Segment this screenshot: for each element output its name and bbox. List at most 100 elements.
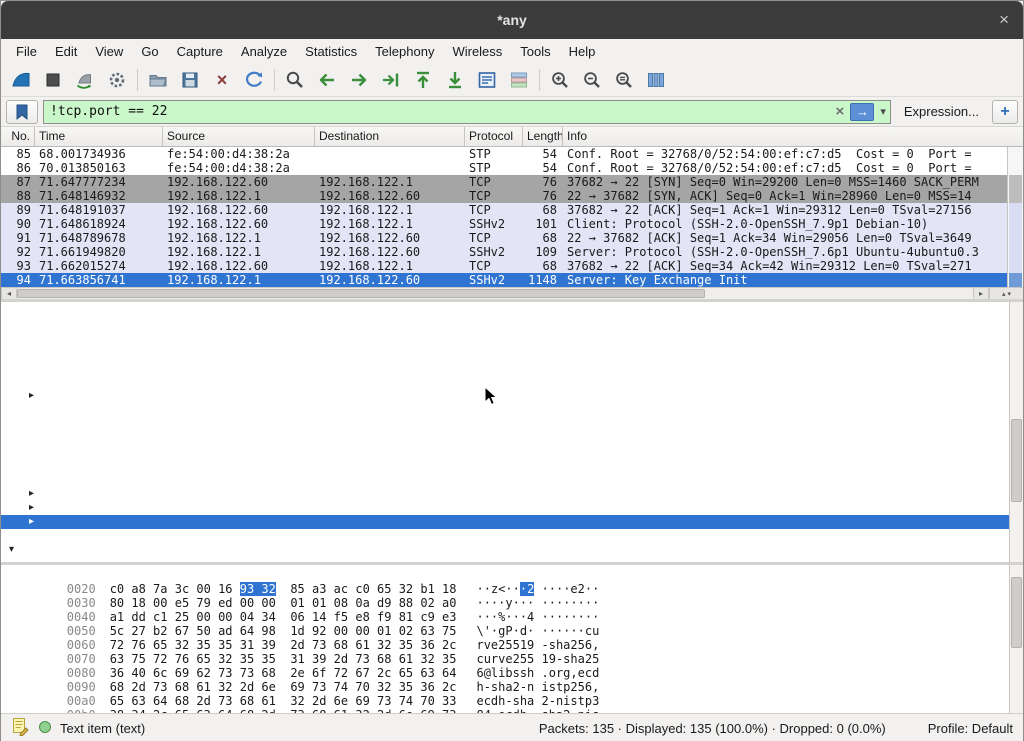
titlebar[interactable]: *any × (1, 1, 1023, 39)
menu-item[interactable]: Statistics (296, 41, 366, 62)
column-header-destination[interactable]: Destination (315, 127, 465, 146)
restart-capture-icon[interactable] (69, 65, 101, 95)
column-header-time[interactable]: Time (35, 127, 163, 146)
resize-columns-icon[interactable] (640, 65, 672, 95)
filter-clear-icon[interactable]: × (836, 103, 845, 120)
packet-row[interactable]: 93 71.662015274 192.168.122.60 192.168.1… (1, 259, 1007, 273)
scroll-corner[interactable]: ▴▾ (989, 288, 1023, 299)
column-header-length[interactable]: Length (523, 127, 563, 146)
expander-icon[interactable] (29, 487, 41, 501)
packet-row[interactable]: 86 70.013850163 fe:54:00:d4:38:2a STP 54… (1, 161, 1007, 175)
detail-line[interactable]: Options: (12 bytes), No-Operation (NOP),… (1, 487, 1023, 501)
detail-line[interactable]: SSH Version 2 (encryption:chacha20-poly1… (1, 557, 1023, 562)
go-back-icon[interactable] (311, 65, 343, 95)
hscroll-thumb[interactable] (17, 289, 705, 298)
menu-item[interactable]: Analyze (232, 41, 296, 62)
detail-line[interactable]: Sequence number: 42 (relative sequence n… (1, 333, 1023, 347)
go-forward-icon[interactable] (343, 65, 375, 95)
column-header-protocol[interactable]: Protocol (465, 127, 523, 146)
reload-icon[interactable] (238, 65, 270, 95)
detail-line[interactable]: Acknowledgment number: 34 (relative ack … (1, 361, 1023, 375)
packet-row[interactable]: 90 71.648618924 192.168.122.60 192.168.1… (1, 217, 1007, 231)
detail-line[interactable]: Urgent pointer: 0 (1, 473, 1023, 487)
packet-row[interactable]: 94 71.663856741 192.168.122.1 192.168.12… (1, 273, 1007, 287)
hex-offset: 0020 (67, 582, 96, 596)
expander-icon[interactable] (29, 515, 41, 529)
menu-item[interactable]: View (86, 41, 132, 62)
column-header-source[interactable]: Source (163, 127, 315, 146)
scroll-right-icon[interactable]: ▸ (973, 288, 989, 299)
expander-icon[interactable] (9, 543, 21, 557)
detail-line[interactable]: [Checksum Status: Unverified] (1, 459, 1023, 473)
auto-scroll-icon[interactable] (471, 65, 503, 95)
go-last-icon[interactable] (439, 65, 471, 95)
detail-line[interactable]: SSH Protocol (1, 543, 1023, 557)
menu-item[interactable]: Go (132, 41, 167, 62)
packet-row[interactable]: 89 71.648191037 192.168.122.60 192.168.1… (1, 203, 1007, 217)
display-filter-box[interactable]: × → ▾ (43, 100, 891, 124)
detail-line[interactable]: [SEQ/ACK analysis] (1, 501, 1023, 515)
detail-line[interactable]: Flags: 0x018 (PSH, ACK) (1, 389, 1023, 403)
details-scrollbar[interactable] (1009, 302, 1023, 562)
detail-line[interactable]: Window size value: 227 (1, 403, 1023, 417)
packet-row[interactable]: 87 71.647777234 192.168.122.60 192.168.1… (1, 175, 1007, 189)
hscroll-track[interactable] (17, 288, 973, 299)
detail-line[interactable]: [Window size scaling factor: 128] (1, 431, 1023, 445)
filter-bookmark-button[interactable] (6, 100, 38, 124)
zoom-out-icon[interactable] (576, 65, 608, 95)
menu-item[interactable]: Telephony (366, 41, 443, 62)
packet-list-hscrollbar[interactable]: ◂ ▸ ▴▾ (1, 287, 1023, 299)
menu-item[interactable]: Capture (168, 41, 232, 62)
expert-info-icon[interactable] (38, 720, 52, 737)
menu-item[interactable]: Edit (46, 41, 86, 62)
detail-line[interactable]: TCP payload (1080 bytes) (1, 529, 1023, 543)
scroll-down-icon[interactable]: ▾ (1008, 290, 1012, 298)
zoom-in-icon[interactable] (544, 65, 576, 95)
detail-line[interactable]: [Calculated window size: 29056] (1, 417, 1023, 431)
stop-capture-icon[interactable] (37, 65, 69, 95)
close-window-icon[interactable]: × (999, 10, 1009, 30)
menu-item[interactable]: Tools (511, 41, 559, 62)
expander-icon[interactable] (29, 389, 41, 403)
go-to-packet-icon[interactable] (375, 65, 407, 95)
filter-apply-icon[interactable]: → (850, 103, 874, 121)
bytes-scroll-thumb[interactable] (1011, 577, 1022, 648)
column-header-info[interactable]: Info (563, 127, 1023, 146)
hex-row[interactable]: 0020c0 a8 7a 3c 00 16 93 32 85 a3 ac c0 … (9, 568, 1023, 582)
detail-line[interactable]: [TCP Segment Len: 1080] (1, 319, 1023, 333)
packet-row[interactable]: 91 71.648789678 192.168.122.1 192.168.12… (1, 231, 1007, 245)
menu-item[interactable]: File (7, 41, 46, 62)
detail-line[interactable]: Checksum: 0x79ed [unverified] (1, 445, 1023, 459)
go-first-icon[interactable] (407, 65, 439, 95)
filter-dropdown-icon[interactable]: ▾ (880, 105, 886, 118)
expression-button[interactable]: Expression... (896, 104, 987, 119)
profile-status[interactable]: Profile: Default (928, 721, 1013, 736)
bytes-scrollbar[interactable] (1009, 565, 1023, 713)
close-file-icon[interactable]: × (206, 65, 238, 95)
menu-item[interactable]: Help (560, 41, 605, 62)
detail-line[interactable]: [Timestamps] (1, 515, 1023, 529)
expander-icon[interactable] (29, 501, 41, 515)
menu-item[interactable]: Wireless (443, 41, 511, 62)
colorize-icon[interactable] (503, 65, 535, 95)
find-packet-icon[interactable] (279, 65, 311, 95)
detail-line[interactable]: [Next sequence number: 1122 (relative se… (1, 347, 1023, 361)
packet-list-scrollbar[interactable] (1007, 147, 1023, 287)
packet-row[interactable]: 88 71.648146932 192.168.122.1 192.168.12… (1, 189, 1007, 203)
zoom-original-icon[interactable] (608, 65, 640, 95)
start-capture-icon[interactable] (5, 65, 37, 95)
capture-options-icon[interactable] (101, 65, 133, 95)
detail-line[interactable]: 1000 .... = Header Length: 32 bytes (8) (1, 375, 1023, 389)
save-file-icon[interactable] (174, 65, 206, 95)
column-header-no[interactable]: No. (1, 127, 35, 146)
capture-file-properties-icon[interactable] (11, 717, 30, 739)
detail-line[interactable]: [Stream index: 0] (1, 305, 1023, 319)
packet-row[interactable]: 92 71.661949820 192.168.122.1 192.168.12… (1, 245, 1007, 259)
packet-row[interactable]: 85 68.001734936 fe:54:00:d4:38:2a STP 54… (1, 147, 1007, 161)
open-file-icon[interactable] (142, 65, 174, 95)
scroll-left-icon[interactable]: ◂ (1, 288, 17, 299)
display-filter-input[interactable] (50, 104, 830, 119)
scroll-up-icon[interactable]: ▴ (1002, 290, 1006, 298)
details-scroll-thumb[interactable] (1011, 419, 1022, 502)
add-filter-button[interactable]: + (992, 100, 1018, 124)
